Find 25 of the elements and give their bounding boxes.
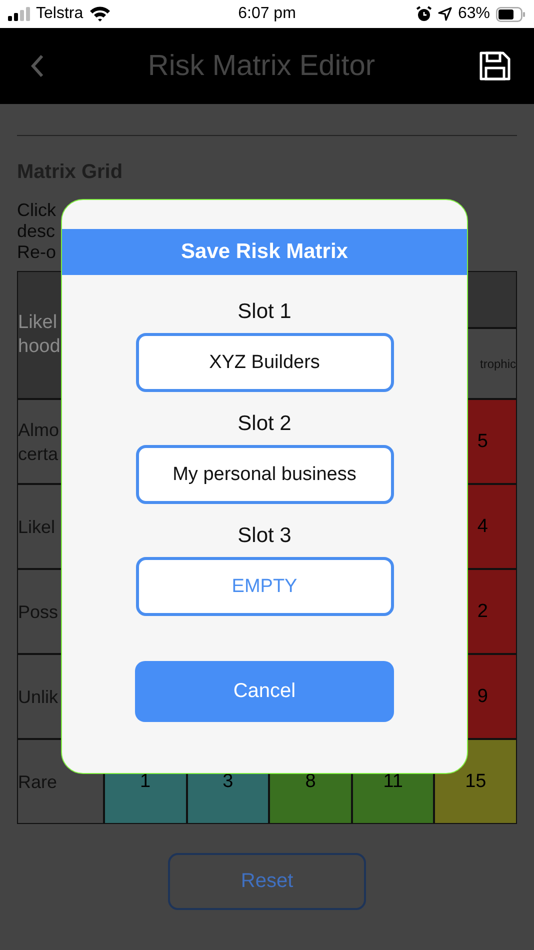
slot-label: Slot 1 bbox=[238, 300, 292, 324]
slot-label: Slot 2 bbox=[238, 412, 292, 436]
cancel-button[interactable]: Cancel bbox=[135, 661, 394, 722]
slot-button[interactable]: EMPTY bbox=[136, 557, 394, 616]
screen-title: Risk Matrix Editor bbox=[148, 50, 376, 82]
slot-button[interactable]: XYZ Builders bbox=[136, 333, 394, 392]
signal-icon bbox=[8, 7, 30, 21]
alarm-clock-icon bbox=[416, 6, 432, 22]
description-text: Click bbox=[17, 200, 56, 221]
battery-icon bbox=[496, 6, 526, 22]
wifi-icon bbox=[89, 6, 112, 22]
save-icon[interactable] bbox=[478, 51, 511, 81]
description-text: Re-o bbox=[17, 242, 56, 263]
clock-time: 6:07 pm bbox=[238, 5, 296, 23]
reset-button[interactable]: Reset bbox=[168, 853, 366, 910]
carrier-name: Telstra bbox=[36, 5, 84, 23]
back-chevron-icon[interactable] bbox=[30, 54, 44, 78]
slot-button[interactable]: My personal business bbox=[136, 445, 394, 504]
corner-header-text: Likel bbox=[18, 311, 58, 335]
location-arrow-icon bbox=[438, 7, 452, 21]
dialog-title: Save Risk Matrix bbox=[62, 229, 467, 275]
description-text: desc bbox=[17, 221, 56, 242]
corner-header-text: hood bbox=[18, 335, 60, 359]
slot-label: Slot 3 bbox=[238, 524, 292, 548]
battery-percentage: 63% bbox=[458, 5, 490, 23]
